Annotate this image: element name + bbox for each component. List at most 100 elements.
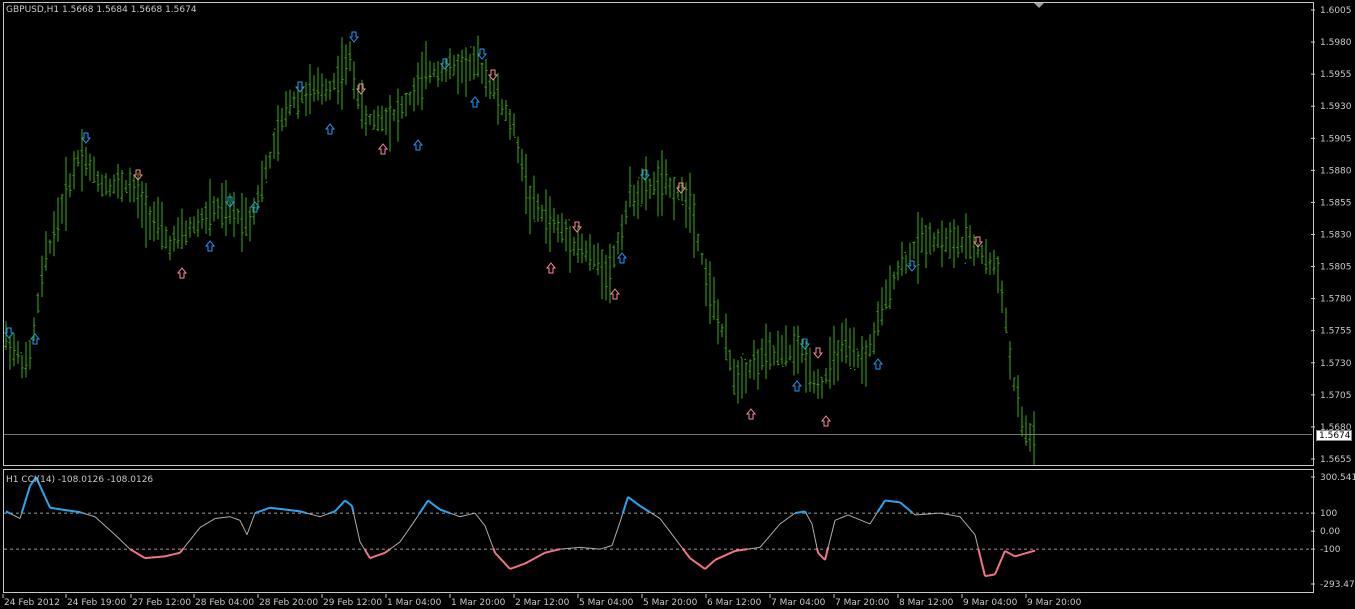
price-bar	[1000, 280, 1004, 314]
cci-segment	[831, 526, 834, 534]
cci-segment	[464, 514, 468, 517]
price-bar	[512, 113, 516, 138]
cci-segment	[557, 548, 561, 551]
cci-segment	[437, 507, 441, 511]
cci-segment	[372, 555, 376, 559]
cci-segment	[92, 515, 96, 518]
time-label: 28 Feb 20:00	[259, 598, 318, 608]
cci-segment	[496, 554, 501, 559]
arrow-up-icon	[820, 415, 832, 427]
arrow-up-icon	[616, 252, 628, 264]
cci-segment	[514, 565, 518, 569]
cci-segment	[820, 555, 824, 559]
arrow-down-icon	[476, 48, 488, 60]
cci-segment	[303, 511, 307, 515]
cci-segment	[816, 547, 819, 553]
current-price-badge: 1.5674	[1316, 430, 1352, 441]
cci-segment	[772, 527, 778, 533]
price-bar	[480, 62, 484, 84]
cci-segment	[462, 515, 466, 517]
cci-segment	[847, 514, 852, 517]
cci-segment	[69, 509, 76, 513]
price-bar	[916, 211, 920, 284]
price-bar	[108, 178, 112, 197]
cci-segment	[509, 567, 513, 570]
cci-segment	[1031, 549, 1036, 553]
price-bar	[784, 325, 788, 367]
cci-segment	[251, 516, 255, 521]
cci-segment	[240, 522, 243, 526]
price-label: 1.5955	[1320, 70, 1352, 80]
cci-segment	[819, 554, 823, 558]
price-bar	[432, 62, 436, 78]
cci-segment	[84, 513, 88, 515]
cci-segment	[769, 531, 774, 536]
cci-segment	[262, 508, 266, 512]
price-bar	[812, 370, 816, 394]
cci-segment	[862, 520, 867, 523]
cci-segment	[906, 507, 911, 512]
cci-segment	[267, 506, 271, 510]
price-bar	[832, 325, 836, 386]
price-bar	[544, 189, 548, 244]
price-bar	[560, 212, 564, 243]
cci-segment	[79, 511, 83, 514]
cci-segment	[527, 559, 533, 563]
price-bar	[1004, 307, 1008, 333]
price-bar	[436, 61, 440, 87]
price-bar	[600, 249, 604, 300]
cci-segment	[414, 516, 418, 521]
price-bar	[664, 159, 668, 195]
cci-segment	[691, 559, 696, 563]
price-bar	[492, 78, 496, 99]
cci-segment	[327, 512, 331, 515]
cci-segment	[467, 513, 471, 516]
cci-segment	[494, 552, 499, 557]
cci-segment	[44, 497, 49, 504]
cci-segment	[851, 515, 856, 519]
price-bar	[244, 197, 248, 236]
cci-segment	[712, 559, 716, 563]
cci-segment	[182, 544, 188, 549]
cci-segment	[607, 545, 611, 548]
price-bar	[32, 317, 36, 342]
price-bar	[740, 353, 744, 399]
price-bar	[568, 219, 572, 273]
cci-segment	[12, 514, 16, 517]
cci-segment	[399, 538, 403, 543]
cci-segment	[412, 520, 416, 525]
price-bar	[56, 197, 60, 242]
price-bar	[284, 91, 288, 127]
cci-segment	[269, 506, 276, 510]
cci-segment	[672, 534, 676, 539]
cci-segment	[204, 522, 208, 525]
cci-segment	[901, 503, 906, 508]
price-bar	[732, 358, 736, 395]
cci-segment	[504, 562, 509, 567]
scroll-marker-icon[interactable]	[1034, 3, 1044, 8]
price-bar	[524, 154, 528, 215]
cci-segment	[241, 524, 244, 528]
cci-segment	[994, 570, 998, 575]
price-bar	[320, 73, 324, 105]
price-bar	[496, 73, 500, 125]
price-bar	[828, 336, 832, 389]
price-bar	[856, 348, 860, 368]
price-bar	[896, 260, 900, 281]
price-bar	[104, 173, 108, 196]
price-bar	[344, 44, 348, 86]
cci-segment	[192, 531, 198, 537]
cci-segment	[1006, 550, 1009, 554]
cci-segment	[477, 517, 481, 520]
cci-segment	[294, 509, 301, 513]
price-label: 1.5980	[1320, 38, 1352, 48]
cci-segment	[422, 503, 427, 508]
price-bar	[912, 241, 916, 260]
cci-segment	[10, 513, 14, 516]
price-bar	[280, 107, 284, 132]
cci-segment	[87, 513, 91, 516]
price-bar	[996, 256, 1000, 294]
cci-segment	[202, 524, 206, 527]
cci-segment	[20, 507, 25, 514]
cci-segment	[456, 515, 461, 518]
